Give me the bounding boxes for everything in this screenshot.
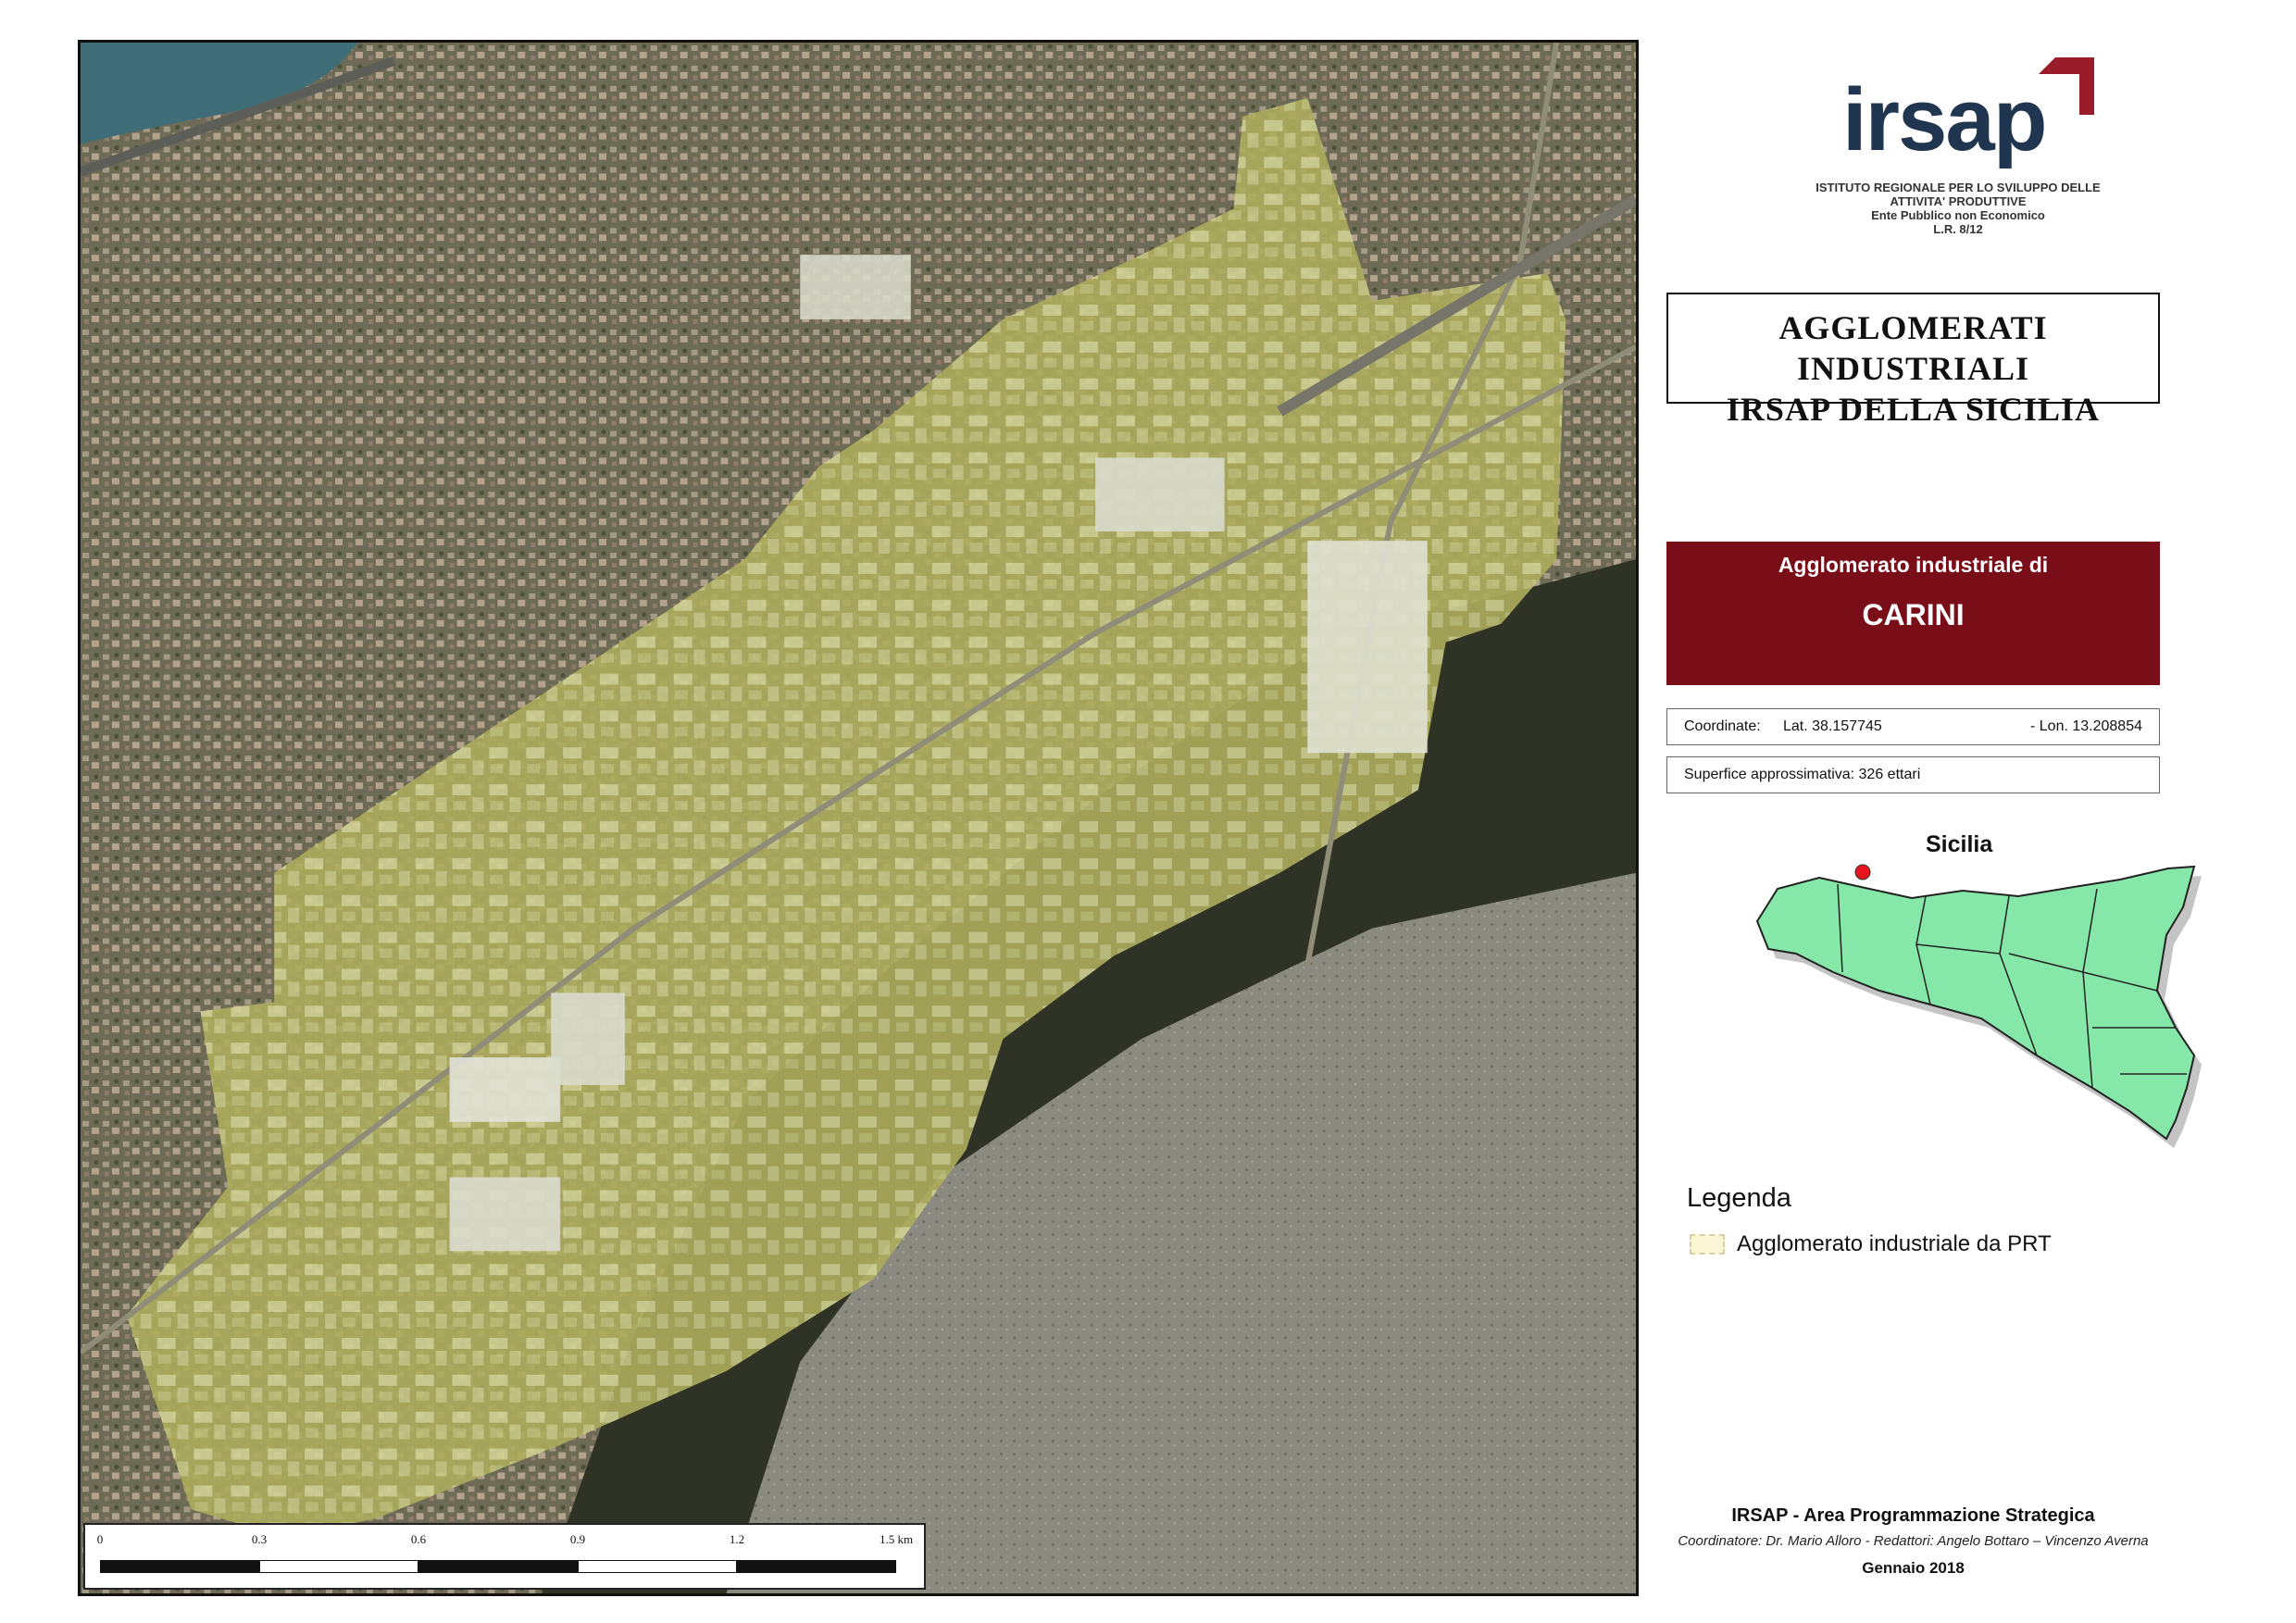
scale-bar: 0 0.3 0.6 0.9 1.2 1.5 km bbox=[83, 1523, 926, 1590]
footer-date: Gennaio 2018 bbox=[1862, 1559, 1965, 1577]
scale-tick-label: 0 bbox=[96, 1532, 104, 1546]
scale-segment bbox=[418, 1560, 578, 1573]
legend-item-label: Agglomerato industriale da PRT bbox=[1737, 1231, 2052, 1256]
scale-segment bbox=[259, 1560, 418, 1573]
logo-line: ATTIVITA' PRODUTTIVE bbox=[1890, 194, 2027, 208]
coordinates-box: Coordinate: Lat. 38.157745 - Lon. 13.208… bbox=[1666, 708, 2160, 745]
coordinates-label: Coordinate: bbox=[1684, 718, 1761, 734]
scale-segment bbox=[737, 1560, 896, 1573]
sicily-inset-map bbox=[1755, 864, 2202, 1148]
site-subtitle: Agglomerato industriale di bbox=[1778, 553, 2049, 577]
legend-swatch bbox=[1690, 1234, 1725, 1255]
logo-line: L.R. 8/12 bbox=[1933, 222, 1983, 236]
aerial-map[interactable] bbox=[78, 40, 1639, 1596]
latitude-value: Lat. 38.157745 bbox=[1783, 718, 1882, 734]
scale-segment bbox=[578, 1560, 737, 1573]
site-name: CARINI bbox=[1862, 598, 1965, 631]
site-marker bbox=[1854, 864, 1871, 880]
scale-tick-label: 1.5 km bbox=[879, 1532, 914, 1546]
logo-arrow-icon bbox=[2039, 57, 2094, 115]
irsap-logo: irsap ISTITUTO REGIONALE PER LO SVILUPPO… bbox=[1796, 57, 2120, 261]
scale-segment bbox=[100, 1560, 259, 1573]
logo-line: ISTITUTO REGIONALE PER LO SVILUPPO DELLE bbox=[1816, 181, 2101, 194]
logo-wordmark: irsap bbox=[1842, 70, 2047, 169]
site-name-box: Agglomerato industriale di CARINI bbox=[1666, 542, 2160, 685]
aerial-imagery bbox=[81, 43, 1636, 1593]
footer-credits: Coordinatore: Dr. Mario Alloro - Redatto… bbox=[1678, 1533, 2149, 1549]
area-box: Superfice approssimativa: 326 ettari bbox=[1666, 756, 2160, 793]
scale-tick-label: 0.3 bbox=[251, 1532, 268, 1546]
scale-tick-label: 0.9 bbox=[569, 1532, 586, 1546]
footer-title: IRSAP - Area Programmazione Strategica bbox=[1731, 1505, 2095, 1526]
title-line-1: AGGLOMERATI INDUSTRIALI bbox=[1778, 309, 2048, 387]
longitude-value: - Lon. 13.208854 bbox=[2030, 718, 2142, 734]
scale-tick-label: 1.2 bbox=[729, 1532, 745, 1546]
legend-title: Legenda bbox=[1687, 1183, 1791, 1213]
map-title-box: AGGLOMERATI INDUSTRIALI IRSAP DELLA SICI… bbox=[1666, 293, 2160, 428]
title-line-2: IRSAP DELLA SICILIA bbox=[1726, 391, 2101, 428]
sicily-shape bbox=[1755, 865, 2196, 1141]
logo-line: Ente Pubblico non Economico bbox=[1871, 208, 2045, 222]
area-value: Superfice approssimativa: 326 ettari bbox=[1684, 767, 1921, 782]
scale-tick-label: 0.6 bbox=[410, 1532, 427, 1546]
